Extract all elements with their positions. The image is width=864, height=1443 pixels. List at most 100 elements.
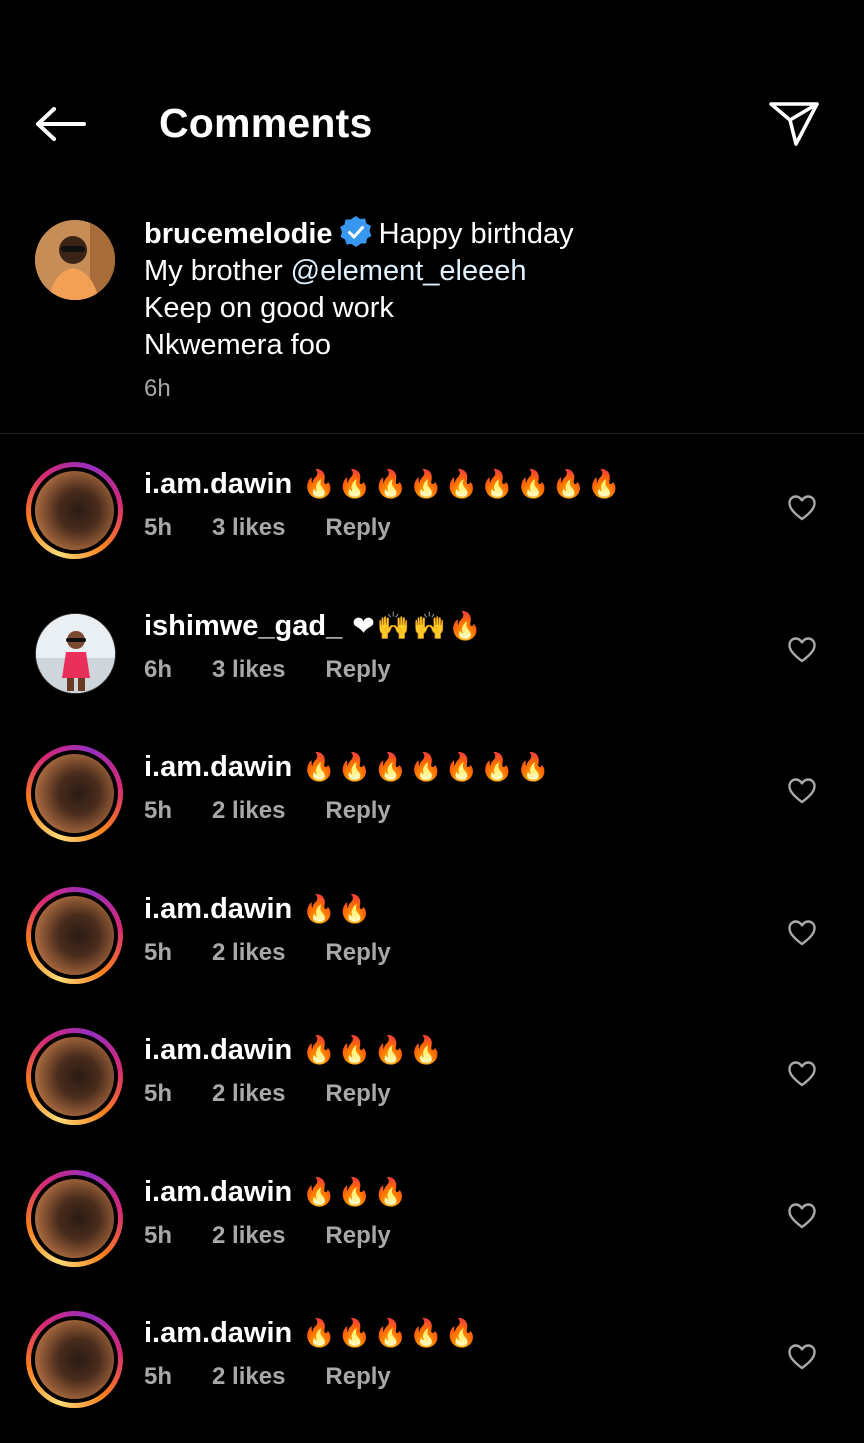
comment-row: i.am.dawin 🔥🔥🔥🔥🔥🔥🔥🔥🔥 5h 3 likes Reply bbox=[0, 462, 864, 582]
comment-line: i.am.dawin 🔥🔥 bbox=[144, 889, 374, 930]
comment-likes[interactable]: 2 likes bbox=[212, 1222, 285, 1249]
comment-row: i.am.dawin 🔥🔥🔥 5h 2 likes Reply bbox=[0, 1170, 864, 1290]
back-button[interactable] bbox=[30, 98, 90, 150]
avatar bbox=[35, 1179, 114, 1258]
comment-row: ishimwe_gad_ ❤🙌🙌🔥 6h 3 likes Reply bbox=[0, 604, 864, 724]
comment-line: i.am.dawin 🔥🔥🔥🔥🔥 bbox=[144, 1313, 480, 1354]
comment-likes[interactable]: 2 likes bbox=[212, 797, 285, 824]
share-button[interactable] bbox=[764, 96, 824, 152]
paper-plane-icon bbox=[769, 102, 819, 146]
heart-icon bbox=[788, 920, 816, 946]
top-bar: Comments bbox=[0, 0, 864, 190]
comment-username[interactable]: i.am.dawin bbox=[144, 893, 292, 925]
comment-timestamp: 6h bbox=[144, 656, 173, 683]
page-title: Comments bbox=[159, 100, 373, 146]
comment-meta: 6h 3 likes Reply bbox=[144, 656, 431, 684]
like-button[interactable] bbox=[784, 490, 820, 526]
heart-icon bbox=[788, 778, 816, 804]
comment-likes[interactable]: 3 likes bbox=[212, 656, 285, 683]
comment-row: i.am.dawin 🔥🔥 5h 2 likes Reply bbox=[0, 887, 864, 1007]
like-button[interactable] bbox=[784, 773, 820, 809]
heart-icon bbox=[788, 637, 816, 663]
mention-link[interactable]: @element_eleeeh bbox=[291, 255, 527, 287]
divider bbox=[0, 433, 864, 434]
caption-timestamp: 6h bbox=[144, 375, 171, 402]
avatar-photo bbox=[35, 220, 115, 300]
comment-timestamp: 5h bbox=[144, 1080, 173, 1107]
arrow-left-icon bbox=[36, 107, 86, 141]
heart-icon bbox=[788, 1203, 816, 1229]
avatar[interactable] bbox=[35, 613, 116, 694]
heart-icon bbox=[788, 1061, 816, 1087]
comment-username[interactable]: i.am.dawin bbox=[144, 468, 292, 500]
reply-button[interactable]: Reply bbox=[325, 1080, 390, 1107]
like-button[interactable] bbox=[784, 915, 820, 951]
comment-timestamp: 5h bbox=[144, 939, 173, 966]
reply-button[interactable]: Reply bbox=[325, 656, 390, 683]
story-ring[interactable] bbox=[26, 1311, 123, 1408]
avatar bbox=[35, 471, 114, 550]
comment-likes[interactable]: 3 likes bbox=[212, 514, 285, 541]
comment-username[interactable]: i.am.dawin bbox=[144, 1034, 292, 1066]
avatar[interactable] bbox=[35, 220, 115, 300]
comment-username[interactable]: ishimwe_gad_ bbox=[144, 610, 342, 642]
avatar bbox=[35, 1037, 114, 1116]
caption-line-1: Happy birthday bbox=[378, 218, 574, 250]
comment-meta: 5h 2 likes Reply bbox=[144, 797, 431, 825]
caption-line-3: Keep on good work bbox=[144, 292, 394, 324]
like-button[interactable] bbox=[784, 632, 820, 668]
heart-icon bbox=[788, 1344, 816, 1370]
story-ring[interactable] bbox=[26, 1028, 123, 1125]
comment-text: ❤🙌🙌🔥 bbox=[352, 611, 484, 642]
comment-text: 🔥🔥🔥🔥🔥 bbox=[302, 1318, 481, 1349]
reply-button[interactable]: Reply bbox=[325, 514, 390, 541]
comment-text: 🔥🔥 bbox=[302, 894, 374, 925]
comment-text: 🔥🔥🔥🔥 bbox=[302, 1035, 445, 1066]
like-button[interactable] bbox=[784, 1339, 820, 1375]
comment-line: i.am.dawin 🔥🔥🔥🔥🔥🔥🔥 bbox=[144, 747, 552, 788]
comment-text: 🔥🔥🔥🔥🔥🔥🔥 bbox=[302, 752, 552, 783]
comment-text: 🔥🔥🔥🔥🔥🔥🔥🔥🔥 bbox=[302, 469, 623, 500]
caption-line-2: My brother bbox=[144, 255, 291, 287]
comment-username[interactable]: i.am.dawin bbox=[144, 1176, 292, 1208]
comment-row: i.am.dawin 🔥🔥🔥🔥 5h 2 likes Reply bbox=[0, 1028, 864, 1148]
comment-timestamp: 5h bbox=[144, 797, 173, 824]
verified-badge-icon bbox=[339, 216, 372, 247]
comment-timestamp: 5h bbox=[144, 514, 173, 541]
comment-meta: 5h 3 likes Reply bbox=[144, 514, 431, 542]
heart-icon bbox=[788, 495, 816, 521]
comment-likes[interactable]: 2 likes bbox=[212, 1080, 285, 1107]
comment-line: i.am.dawin 🔥🔥🔥 bbox=[144, 1172, 409, 1213]
comment-username[interactable]: i.am.dawin bbox=[144, 751, 292, 783]
avatar bbox=[35, 896, 114, 975]
comment-timestamp: 5h bbox=[144, 1222, 173, 1249]
caption-username[interactable]: brucemelodie bbox=[144, 218, 333, 250]
story-ring[interactable] bbox=[26, 887, 123, 984]
comment-line: i.am.dawin 🔥🔥🔥🔥 bbox=[144, 1030, 445, 1071]
caption-text: brucemelodie Happy birthday My brother @… bbox=[144, 215, 824, 364]
comment-timestamp: 5h bbox=[144, 1363, 173, 1390]
caption-line-4: Nkwemera foo bbox=[144, 329, 331, 361]
comment-row: i.am.dawin 🔥🔥🔥🔥🔥🔥🔥 5h 2 likes Reply bbox=[0, 745, 864, 865]
comment-username[interactable]: i.am.dawin bbox=[144, 1317, 292, 1349]
comment-meta: 5h 2 likes Reply bbox=[144, 1363, 431, 1391]
reply-button[interactable]: Reply bbox=[325, 797, 390, 824]
comment-meta: 5h 2 likes Reply bbox=[144, 1080, 431, 1108]
comment-line: ishimwe_gad_ ❤🙌🙌🔥 bbox=[144, 606, 484, 647]
like-button[interactable] bbox=[784, 1056, 820, 1092]
comment-text: 🔥🔥🔥 bbox=[302, 1177, 410, 1208]
post-caption: brucemelodie Happy birthday My brother @… bbox=[0, 205, 864, 434]
comment-meta: 5h 2 likes Reply bbox=[144, 939, 431, 967]
avatar bbox=[35, 1320, 114, 1399]
like-button[interactable] bbox=[784, 1198, 820, 1234]
story-ring[interactable] bbox=[26, 745, 123, 842]
reply-button[interactable]: Reply bbox=[325, 1363, 390, 1390]
reply-button[interactable]: Reply bbox=[325, 1222, 390, 1249]
comment-likes[interactable]: 2 likes bbox=[212, 1363, 285, 1390]
comment-row: i.am.dawin 🔥🔥🔥🔥🔥 5h 2 likes Reply bbox=[0, 1311, 864, 1431]
comment-line: i.am.dawin 🔥🔥🔥🔥🔥🔥🔥🔥🔥 bbox=[144, 464, 623, 505]
story-ring[interactable] bbox=[26, 1170, 123, 1267]
comment-likes[interactable]: 2 likes bbox=[212, 939, 285, 966]
reply-button[interactable]: Reply bbox=[325, 939, 390, 966]
story-ring[interactable] bbox=[26, 462, 123, 559]
